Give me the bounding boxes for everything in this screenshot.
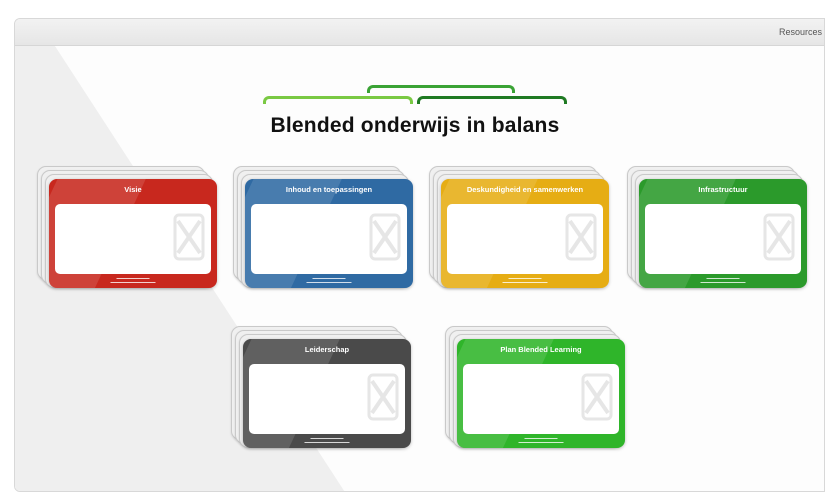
resources-link[interactable]: Resources: [779, 27, 822, 37]
balance-arc-left: [263, 96, 413, 104]
top-toolbar: Resources: [15, 19, 824, 46]
card-infrastructuur[interactable]: Infrastructuur ▬▬▬▬▬▬▬▬▬▬▬ ▬▬▬▬▬▬▬▬▬▬▬▬▬▬…: [627, 164, 809, 290]
card-face: Infrastructuur ▬▬▬▬▬▬▬▬▬▬▬ ▬▬▬▬▬▬▬▬▬▬▬▬▬▬…: [639, 179, 807, 288]
card-footer: ▬▬▬▬▬▬▬▬▬▬▬ ▬▬▬▬▬▬▬▬▬▬▬▬▬▬▬: [306, 276, 352, 284]
logo-watermark-icon: [581, 373, 613, 421]
card-face: Inhoud en toepassingen ▬▬▬▬▬▬▬▬▬▬▬ ▬▬▬▬▬▬…: [245, 179, 413, 288]
balance-arc-right: [417, 96, 567, 104]
logo-watermark-icon: [173, 213, 205, 261]
card-leiderschap[interactable]: Leiderschap ▬▬▬▬▬▬▬▬▬▬▬ ▬▬▬▬▬▬▬▬▬▬▬▬▬▬▬: [231, 324, 413, 450]
balance-arc-middle: [367, 85, 515, 93]
page-title: Blended onderwijs in balans: [270, 114, 560, 137]
card-footer: ▬▬▬▬▬▬▬▬▬▬▬ ▬▬▬▬▬▬▬▬▬▬▬▬▬▬▬: [304, 436, 350, 444]
card-title: Plan Blended Learning: [500, 345, 582, 354]
card-title: Infrastructuur: [698, 185, 748, 194]
card-inhoud-en-toepassingen[interactable]: Inhoud en toepassingen ▬▬▬▬▬▬▬▬▬▬▬ ▬▬▬▬▬▬…: [233, 164, 415, 290]
card-deskundigheid-en-samenwerken[interactable]: Deskundigheid en samenwerken ▬▬▬▬▬▬▬▬▬▬▬…: [429, 164, 611, 290]
card-footer: ▬▬▬▬▬▬▬▬▬▬▬ ▬▬▬▬▬▬▬▬▬▬▬▬▬▬▬: [700, 276, 746, 284]
card-footer: ▬▬▬▬▬▬▬▬▬▬▬ ▬▬▬▬▬▬▬▬▬▬▬▬▬▬▬: [502, 276, 548, 284]
main-canvas: Blended onderwijs in balans Visie ▬▬▬▬▬▬…: [15, 46, 824, 491]
card-title: Visie: [124, 185, 142, 194]
logo-watermark-icon: [763, 213, 795, 261]
logo-watermark-icon: [369, 213, 401, 261]
header: Blended onderwijs in balans: [235, 68, 595, 137]
card-footer: ▬▬▬▬▬▬▬▬▬▬▬ ▬▬▬▬▬▬▬▬▬▬▬▬▬▬▬: [518, 436, 564, 444]
card-title: Inhoud en toepassingen: [285, 185, 373, 194]
card-face: Visie ▬▬▬▬▬▬▬▬▬▬▬ ▬▬▬▬▬▬▬▬▬▬▬▬▬▬▬: [49, 179, 217, 288]
card-visie[interactable]: Visie ▬▬▬▬▬▬▬▬▬▬▬ ▬▬▬▬▬▬▬▬▬▬▬▬▬▬▬: [37, 164, 219, 290]
card-face: Plan Blended Learning ▬▬▬▬▬▬▬▬▬▬▬ ▬▬▬▬▬▬▬…: [457, 339, 625, 448]
logo-watermark-icon: [367, 373, 399, 421]
card-title: Deskundigheid en samenwerken: [466, 185, 584, 194]
app-window: Resources Blended onderwijs in balans Vi…: [14, 18, 825, 492]
logo-watermark-icon: [565, 213, 597, 261]
card-plan-blended-learning[interactable]: Plan Blended Learning ▬▬▬▬▬▬▬▬▬▬▬ ▬▬▬▬▬▬▬…: [445, 324, 627, 450]
card-title: Leiderschap: [304, 345, 350, 354]
card-face: Deskundigheid en samenwerken ▬▬▬▬▬▬▬▬▬▬▬…: [441, 179, 609, 288]
card-face: Leiderschap ▬▬▬▬▬▬▬▬▬▬▬ ▬▬▬▬▬▬▬▬▬▬▬▬▬▬▬: [243, 339, 411, 448]
card-footer: ▬▬▬▬▬▬▬▬▬▬▬ ▬▬▬▬▬▬▬▬▬▬▬▬▬▬▬: [110, 276, 156, 284]
